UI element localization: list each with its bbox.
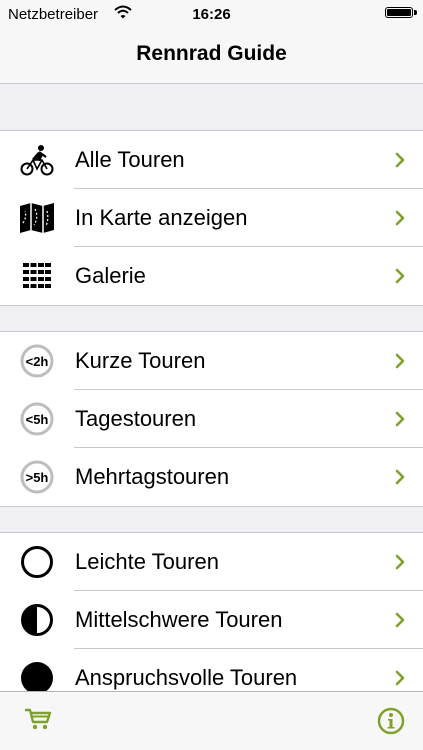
list-item-label: Kurze Touren [75,348,206,373]
duration-multi-icon: >5h [18,459,56,495]
chevron-right-icon [395,670,405,686]
section-tours: Alle Touren In Karte anzeigen Galerie [0,130,423,306]
chevron-right-icon [395,612,405,628]
list-item-label: Mehrtagstouren [75,464,230,489]
battery-icon [385,7,417,18]
chevron-right-icon [395,353,405,369]
list-item-show-map[interactable]: In Karte anzeigen [0,189,423,247]
list-item-label: Alle Touren [75,147,185,172]
list-item-multi-day-tours[interactable]: >5h Mehrtagstouren [0,448,423,506]
section-duration: <2h Kurze Touren <5h Tagestouren >5h Meh… [0,331,423,507]
difficulty-medium-icon [18,602,56,638]
chevron-right-icon [395,152,405,168]
list-item-label: Tagestouren [75,406,197,431]
gallery-grid-icon [18,258,56,294]
list-item-day-tours[interactable]: <5h Tagestouren [0,390,423,448]
section-difficulty: Leichte Touren Mittelschwere Touren Ansp… [0,532,423,707]
list-item-label: In Karte anzeigen [75,205,248,230]
duration-badge: <5h [26,412,49,427]
list-item-all-tours[interactable]: Alle Touren [0,131,423,189]
status-bar: Netzbetreiber 16:26 [0,0,423,28]
tab-bar [0,691,423,750]
list-item-label: Mittelschwere Touren [75,607,283,632]
duration-badge: <2h [26,354,49,369]
chevron-right-icon [395,268,405,284]
page-title: Rennrad Guide [136,42,287,65]
cart-icon[interactable] [24,708,52,730]
chevron-right-icon [395,411,405,427]
list-item-medium-tours[interactable]: Mittelschwere Touren [0,591,423,649]
cyclist-icon [18,142,56,178]
list-item-easy-tours[interactable]: Leichte Touren [0,533,423,591]
duration-badge: >5h [26,470,49,485]
chevron-right-icon [395,210,405,226]
list-item-label: Anspruchsvolle Touren [75,665,298,690]
difficulty-easy-icon [18,544,56,580]
list-item-short-tours[interactable]: <2h Kurze Touren [0,332,423,390]
list-item-gallery[interactable]: Galerie [0,247,423,305]
map-icon [18,200,56,236]
chevron-right-icon [395,554,405,570]
duration-short-icon: <2h [18,343,56,379]
navigation-bar: Rennrad Guide [0,28,423,84]
list-item-label: Leichte Touren [75,549,219,574]
info-icon[interactable] [377,707,405,735]
list-item-label: Galerie [75,263,146,288]
chevron-right-icon [395,469,405,485]
duration-day-icon: <5h [18,401,56,437]
clock: 16:26 [192,6,231,23]
